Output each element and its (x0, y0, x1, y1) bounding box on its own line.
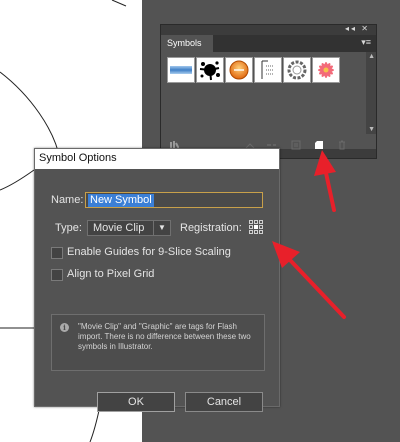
name-label: Name: (51, 194, 84, 206)
info-note: i "Movie Clip" and "Graphic" are tags fo… (51, 314, 265, 371)
ok-button[interactable]: OK (97, 392, 175, 412)
align-pixel-grid-label: Align to Pixel Grid (67, 268, 155, 280)
info-icon: i (60, 323, 69, 332)
chevron-down-icon[interactable]: ▼ (153, 221, 170, 235)
close-icon[interactable]: ✕ (361, 24, 370, 33)
pink-flower-symbol[interactable] (312, 57, 340, 83)
gear-ring-symbol[interactable] (283, 57, 311, 83)
ink-splatter-symbol[interactable] (196, 57, 224, 83)
panel-scrollbar[interactable]: ▲ ▼ (366, 52, 376, 134)
registration-grid-icon[interactable] (249, 220, 264, 235)
align-pixel-grid-checkbox[interactable] (51, 269, 63, 281)
panel-tab-bar: Symbols ▾≡ (161, 35, 376, 52)
symbol-name-value: New Symbol (88, 194, 154, 207)
double-chevron-left-icon[interactable]: ◂◂ (345, 24, 357, 33)
enable-guides-label: Enable Guides for 9-Slice Scaling (67, 246, 231, 258)
dialog-content: Name: New Symbol Type: Movie Clip ▼ Regi… (35, 169, 279, 412)
symbol-options-dialog: Symbol Options Name: New Symbol Type: Mo… (34, 148, 280, 412)
type-dropdown[interactable]: Movie Clip ▼ (87, 220, 171, 236)
panel-window-controls: ◂◂ ✕ (345, 24, 370, 33)
type-selected-value: Movie Clip (93, 222, 145, 234)
cancel-button[interactable]: Cancel (185, 392, 263, 412)
scroll-up-icon[interactable]: ▲ (368, 53, 375, 60)
symbol-swatch-row (167, 57, 340, 83)
dialog-title: Symbol Options (39, 152, 117, 164)
orange-button-symbol[interactable] (225, 57, 253, 83)
registration-label: Registration: (180, 222, 242, 234)
map-pin-symbol[interactable] (254, 57, 282, 83)
blue-gradient-bar-symbol[interactable] (167, 57, 195, 83)
info-text: "Movie Clip" and "Graphic" are tags for … (78, 322, 251, 351)
panel-menu-icon[interactable]: ▾≡ (361, 37, 371, 48)
delete-symbol-icon[interactable] (337, 140, 347, 150)
type-label: Type: (55, 222, 82, 234)
new-symbol-icon[interactable] (314, 140, 324, 150)
dialog-titlebar[interactable]: Symbol Options (35, 149, 279, 169)
symbol-options-icon[interactable] (291, 140, 301, 150)
symbols-panel: ◂◂ ✕ Symbols ▾≡ ▲ ▼ (160, 24, 377, 159)
enable-guides-checkbox[interactable] (51, 247, 63, 259)
tab-symbols[interactable]: Symbols (161, 35, 213, 52)
